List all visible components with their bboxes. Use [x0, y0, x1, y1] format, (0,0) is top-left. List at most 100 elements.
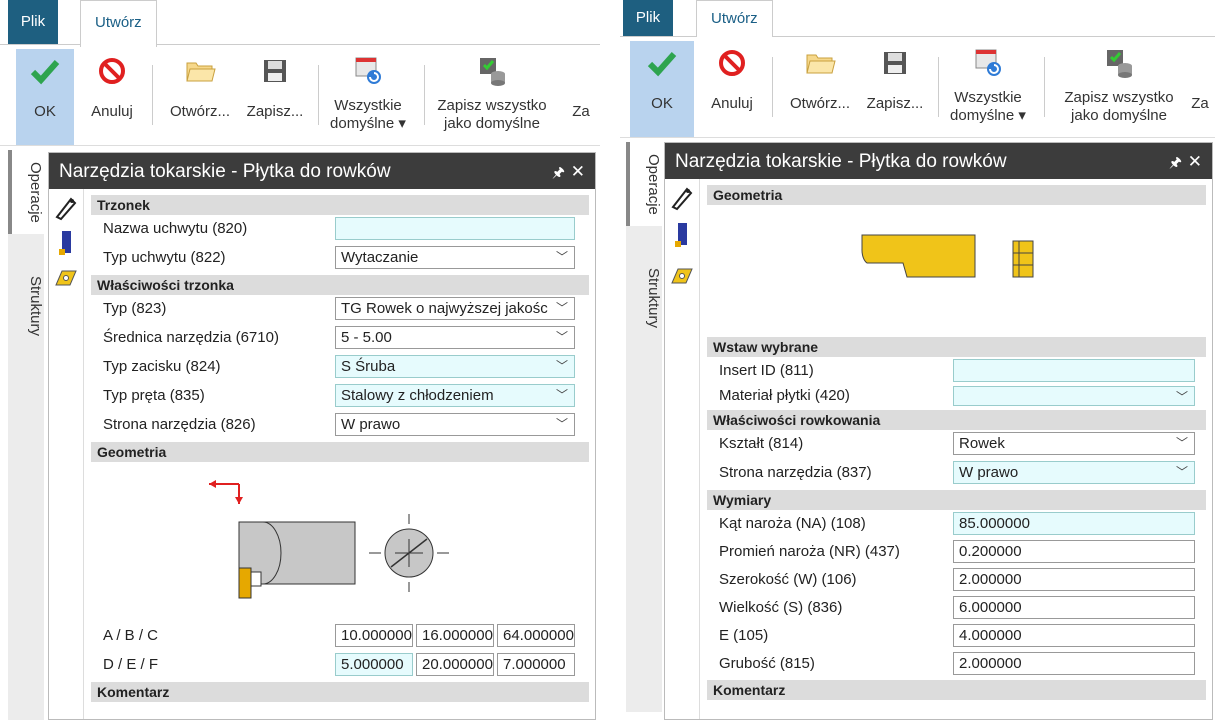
diameter-select[interactable]: 5 - 5.00 ﹀	[335, 326, 575, 349]
label-typ-preta: Typ pręta (835)	[103, 387, 205, 404]
cancel-button[interactable]: Anuluj	[84, 49, 140, 145]
section-wymiary: Wymiary	[707, 490, 1206, 510]
holder-type-select[interactable]: Wytaczanie ﹀	[335, 246, 575, 269]
label-abc: A / B / C	[103, 627, 159, 644]
shank-icon[interactable]	[53, 229, 79, 257]
shank-geometry-diagram	[91, 462, 589, 622]
open-button[interactable]: Otwórz...	[782, 41, 858, 137]
truncated-label: Za	[572, 103, 590, 120]
save-all-defaults-button[interactable]: Zapisz wszystko jako domyślne	[1056, 41, 1182, 137]
tool-window: Narzędzia tokarskie - Płytka do rowków 🖈…	[664, 142, 1213, 720]
window-title-bar: Narzędzia tokarskie - Płytka do rowków 🖈…	[665, 143, 1212, 179]
shank-icon[interactable]	[669, 221, 695, 249]
checkmark-icon	[647, 52, 677, 77]
e-input[interactable]: 4.000000	[953, 624, 1195, 647]
dim-d-input[interactable]: 5.000000	[335, 653, 413, 676]
chevron-down-icon: ﹀	[555, 250, 568, 264]
section-trzonek: Trzonek	[91, 195, 589, 215]
type-select[interactable]: TG Rowek o najwyższej jakośc ﹀	[335, 297, 575, 320]
bar-type-value: Stalowy z chłodzeniem	[341, 387, 494, 404]
floppy-disk-icon	[264, 60, 286, 82]
clamp-type-select[interactable]: S Śruba ﹀	[335, 355, 575, 378]
insert-id-input[interactable]	[953, 359, 1195, 382]
tab-utworz[interactable]: Utwórz	[80, 0, 157, 47]
dim-b-input[interactable]: 16.000000	[416, 624, 494, 647]
shape-select[interactable]: Rowek ﹀	[953, 432, 1195, 455]
thickness-input[interactable]: 2.000000	[953, 652, 1195, 675]
tool-holder-icon[interactable]	[53, 193, 79, 221]
dim-f-input[interactable]: 7.000000	[497, 653, 575, 676]
ribbon-separator	[1044, 57, 1045, 117]
tool-side-value: W prawo	[341, 416, 401, 433]
tab-plik[interactable]: Plik	[623, 0, 673, 36]
holder-name-input[interactable]	[335, 217, 575, 240]
ok-label: OK	[651, 95, 673, 112]
side-tab-struktury[interactable]: Struktury	[8, 258, 44, 354]
close-icon[interactable]: ✕	[571, 153, 585, 191]
side-tab-operacje[interactable]: Operacje	[626, 142, 662, 226]
corner-angle-input[interactable]: 85.000000	[953, 512, 1195, 535]
label-typ-zacisku: Typ zacisku (824)	[103, 358, 221, 375]
save-button[interactable]: Zapisz...	[242, 49, 308, 145]
label-typ: Typ (823)	[103, 300, 167, 317]
all-defaults-button[interactable]: Wszystkie domyślne ▾	[322, 49, 414, 145]
close-icon[interactable]: ✕	[1188, 143, 1202, 181]
corner-radius-input[interactable]: 0.200000	[953, 540, 1195, 563]
all-defaults-button[interactable]: Wszystkie domyślne ▾	[942, 41, 1034, 137]
save-all-label-line2: jako domyślne	[1071, 107, 1167, 124]
label-szerokosc: Szerokość (W) (106)	[719, 571, 857, 588]
dim-c-input[interactable]: 64.000000	[497, 624, 575, 647]
tab-utworz[interactable]: Utwórz	[696, 0, 773, 37]
save-label: Zapisz...	[866, 95, 924, 112]
size-input[interactable]: 6.000000	[953, 596, 1195, 619]
dim-a-input[interactable]: 10.000000	[335, 624, 413, 647]
tool-side-select[interactable]: W prawo ﹀	[953, 461, 1195, 484]
all-defaults-label-line2: domyślne ▾	[950, 107, 1026, 124]
open-button[interactable]: Otwórz...	[162, 49, 238, 145]
window-refresh-icon	[355, 57, 381, 84]
row-typ-uchwytu: Typ uchwytu (822) Wytaczanie ﹀	[91, 244, 589, 273]
side-tabs: Operacje Struktury	[626, 142, 662, 712]
width-input[interactable]: 2.000000	[953, 568, 1195, 591]
save-label: Zapisz...	[246, 103, 304, 120]
tool-side-select[interactable]: W prawo ﹀	[335, 413, 575, 436]
row-grubosc: Grubość (815) 2.000000	[707, 650, 1206, 678]
pin-icon[interactable]: 🖈	[1169, 143, 1182, 181]
cancel-button[interactable]: Anuluj	[704, 41, 760, 137]
label-srednica: Średnica narzędzia (6710)	[103, 329, 279, 346]
holder-type-value: Wytaczanie	[341, 249, 419, 266]
row-kat-naroza: Kąt naroża (NA) (108) 85.000000	[707, 510, 1206, 538]
insert-icon[interactable]	[669, 263, 695, 291]
row-strona-narzedzia: Strona narzędzia (837) W prawo ﹀	[707, 459, 1206, 488]
tool-holder-icon[interactable]	[669, 183, 695, 211]
dim-e-input[interactable]: 20.000000	[416, 653, 494, 676]
save-button[interactable]: Zapisz...	[862, 41, 928, 137]
side-tab-operacje[interactable]: Operacje	[8, 150, 44, 234]
cancel-label: Anuluj	[711, 95, 753, 112]
label-wielkosc: Wielkość (S) (836)	[719, 599, 843, 616]
window-title: Narzędzia tokarskie - Płytka do rowków	[59, 161, 391, 182]
tab-plik[interactable]: Plik	[8, 0, 58, 46]
save-all-defaults-button[interactable]: Zapisz wszystko jako domyślne	[428, 49, 556, 145]
ok-button[interactable]: OK	[16, 49, 74, 145]
folder-icon	[806, 54, 836, 74]
chevron-down-icon: ﹀	[555, 388, 568, 402]
insert-geometry-diagram	[707, 205, 1206, 335]
insert-icon[interactable]	[53, 265, 79, 293]
row-e: E (105) 4.000000	[707, 622, 1206, 650]
insert-drawing	[861, 234, 1034, 278]
row-nazwa-uchwytu: Nazwa uchwytu (820)	[91, 215, 589, 244]
pin-icon[interactable]: 🖈	[552, 153, 565, 191]
open-label: Otwórz...	[789, 95, 850, 112]
side-tab-struktury[interactable]: Struktury	[626, 250, 662, 346]
ribbon-separator	[772, 57, 773, 117]
save-database-icon	[480, 58, 505, 86]
all-defaults-label-line2: domyślne ▾	[330, 115, 406, 132]
ok-button[interactable]: OK	[630, 41, 694, 137]
row-srednica: Średnica narzędzia (6710) 5 - 5.00 ﹀	[91, 324, 589, 353]
truncated-ribbon-button[interactable]: Za	[1186, 41, 1214, 137]
chevron-down-icon: ﹀	[555, 417, 568, 431]
bar-type-select[interactable]: Stalowy z chłodzeniem ﹀	[335, 384, 575, 407]
material-select[interactable]: ﹀	[953, 386, 1195, 406]
truncated-ribbon-button[interactable]: Za	[566, 49, 596, 145]
